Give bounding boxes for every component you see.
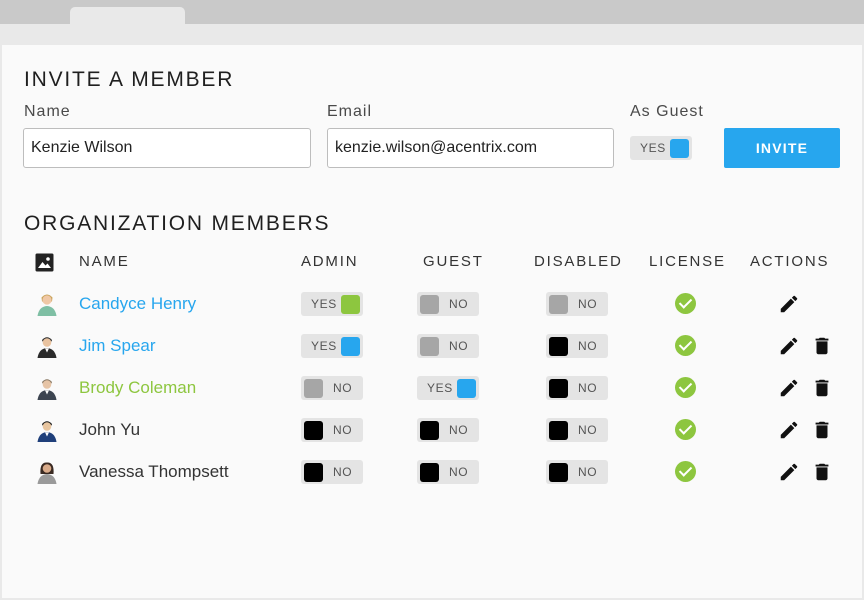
email-label: Email [327, 103, 373, 120]
name-label: Name [24, 103, 71, 120]
admin-toggle[interactable]: NO [301, 376, 363, 400]
toggle-knob [304, 421, 323, 440]
admin-toggle[interactable]: NO [301, 418, 363, 442]
guest-toggle[interactable]: NO [417, 292, 479, 316]
check-circle-icon [675, 335, 696, 356]
invite-title: INVITE A MEMBER [24, 68, 235, 91]
toggle-label: NO [578, 423, 598, 437]
admin-toggle[interactable]: YES [301, 292, 363, 316]
image-icon [35, 253, 54, 272]
toggle-label: NO [449, 465, 469, 479]
toggle-label: YES [640, 141, 666, 155]
toggle-knob [549, 463, 568, 482]
disabled-toggle[interactable]: NO [546, 376, 608, 400]
toggle-label: NO [578, 297, 598, 311]
member-name-link[interactable]: John Yu [79, 420, 140, 440]
guest-toggle[interactable]: NO [417, 418, 479, 442]
trash-icon[interactable] [811, 335, 833, 357]
member-name-link[interactable]: Vanessa Thompsett [79, 462, 229, 482]
members-title: ORGANIZATION MEMBERS [24, 212, 331, 235]
edit-icon[interactable] [778, 377, 800, 399]
avatar [35, 418, 59, 442]
as-guest-toggle[interactable]: YES [630, 136, 692, 160]
edit-icon[interactable] [778, 461, 800, 483]
toggle-knob [457, 379, 476, 398]
toggle-label: YES [311, 297, 337, 311]
admin-toggle[interactable]: NO [301, 460, 363, 484]
member-name-link[interactable]: Candyce Henry [79, 294, 196, 314]
avatar [35, 460, 59, 484]
column-header-guest[interactable]: GUEST [423, 253, 484, 270]
check-circle-icon [675, 461, 696, 482]
edit-icon[interactable] [778, 293, 800, 315]
toggle-label: NO [449, 297, 469, 311]
disabled-toggle[interactable]: NO [546, 292, 608, 316]
email-input[interactable] [327, 128, 614, 168]
disabled-toggle[interactable]: NO [546, 334, 608, 358]
toggle-label: YES [427, 381, 453, 395]
window-toolbar [0, 24, 864, 45]
admin-toggle[interactable]: YES [301, 334, 363, 358]
avatar [35, 376, 59, 400]
toggle-label: NO [333, 381, 353, 395]
toggle-knob [549, 337, 568, 356]
as-guest-label: As Guest [630, 103, 704, 120]
member-name-link[interactable]: Jim Spear [79, 336, 156, 356]
toggle-knob [549, 295, 568, 314]
toggle-label: NO [449, 339, 469, 353]
column-header-admin[interactable]: ADMIN [301, 253, 358, 270]
avatar [35, 292, 59, 316]
trash-icon[interactable] [811, 419, 833, 441]
toggle-knob [341, 337, 360, 356]
check-circle-icon [675, 293, 696, 314]
guest-toggle[interactable]: YES [417, 376, 479, 400]
disabled-toggle[interactable]: NO [546, 418, 608, 442]
invite-button[interactable]: INVITE [724, 128, 840, 168]
edit-icon[interactable] [778, 335, 800, 357]
toggle-knob [420, 295, 439, 314]
toggle-knob [420, 421, 439, 440]
disabled-toggle[interactable]: NO [546, 460, 608, 484]
trash-icon[interactable] [811, 377, 833, 399]
member-name-link[interactable]: Brody Coleman [79, 378, 196, 398]
column-header-name[interactable]: NAME [79, 253, 130, 270]
toggle-label: NO [578, 339, 598, 353]
guest-toggle[interactable]: NO [417, 334, 479, 358]
toggle-knob [420, 337, 439, 356]
toggle-label: NO [333, 465, 353, 479]
toggle-knob [670, 139, 689, 158]
toggle-label: YES [311, 339, 337, 353]
toggle-knob [341, 295, 360, 314]
guest-toggle[interactable]: NO [417, 460, 479, 484]
column-header-license[interactable]: LICENSE [649, 253, 726, 270]
toggle-knob [304, 463, 323, 482]
check-circle-icon [675, 419, 696, 440]
toggle-label: NO [333, 423, 353, 437]
toggle-label: NO [449, 423, 469, 437]
avatar [35, 334, 59, 358]
name-input[interactable] [23, 128, 311, 168]
toggle-knob [549, 421, 568, 440]
toggle-label: NO [578, 381, 598, 395]
check-circle-icon [675, 377, 696, 398]
trash-icon[interactable] [811, 461, 833, 483]
column-header-actions: ACTIONS [750, 253, 830, 270]
column-header-disabled[interactable]: DISABLED [534, 253, 623, 270]
toggle-label: NO [578, 465, 598, 479]
edit-icon[interactable] [778, 419, 800, 441]
toggle-knob [420, 463, 439, 482]
window-tab-bar [0, 0, 864, 29]
toggle-knob [549, 379, 568, 398]
toggle-knob [304, 379, 323, 398]
